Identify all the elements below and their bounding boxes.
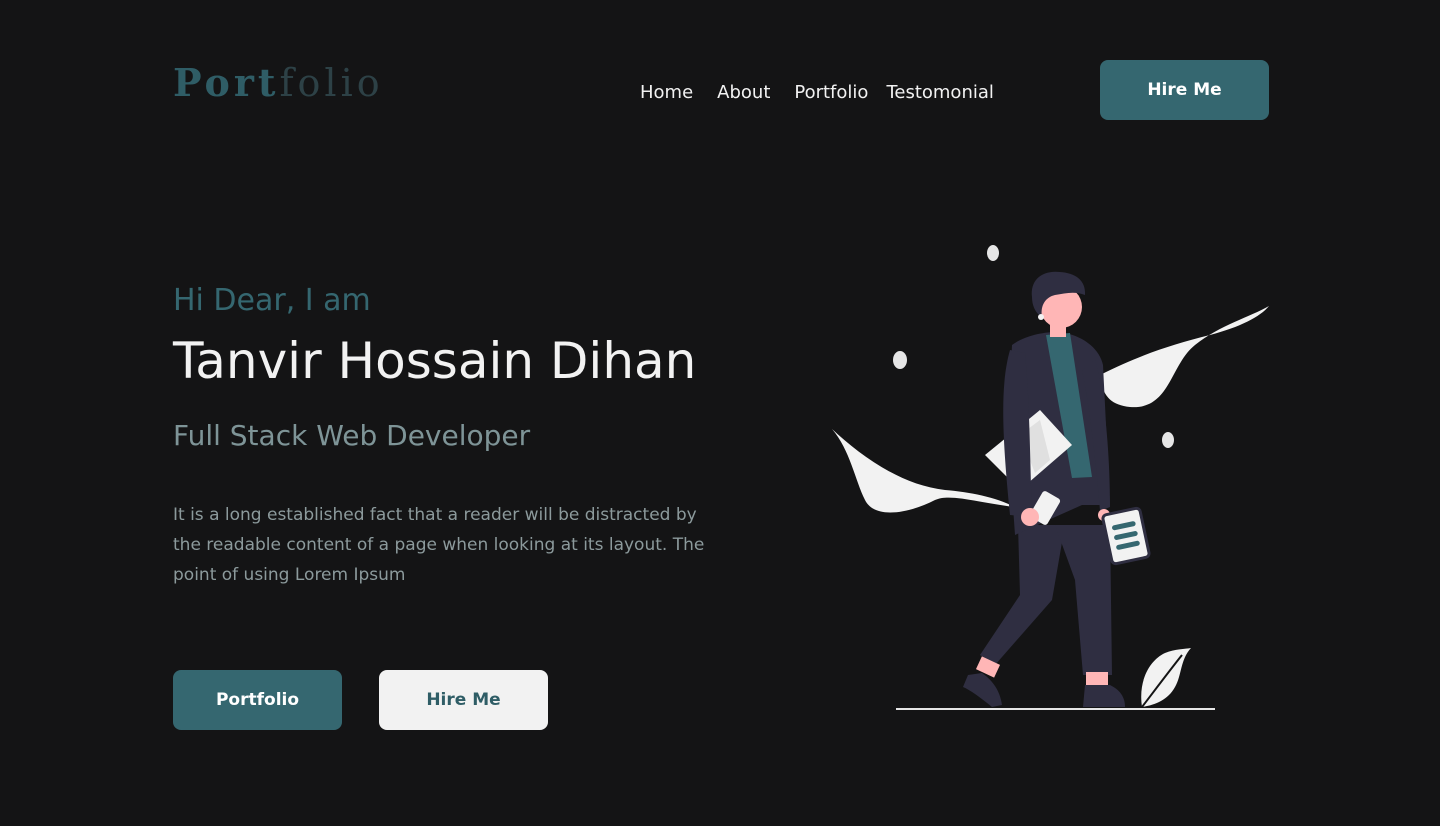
hero-role: Full Stack Web Developer bbox=[173, 419, 531, 452]
hero-illustration bbox=[832, 245, 1269, 710]
nav-portfolio[interactable]: Portfolio bbox=[794, 80, 868, 106]
hand-left bbox=[1021, 508, 1039, 526]
person-leg-front bbox=[1055, 525, 1112, 675]
main-nav: Home About Portfolio Testomonial bbox=[640, 80, 994, 106]
dot-1 bbox=[987, 245, 999, 261]
logo[interactable]: Portfolio bbox=[173, 58, 384, 108]
shoe-front bbox=[1083, 685, 1125, 707]
ankle-front bbox=[1086, 672, 1108, 686]
swoosh-right bbox=[1100, 306, 1269, 408]
nav-home[interactable]: Home bbox=[640, 80, 693, 106]
dot-2 bbox=[893, 351, 907, 369]
hero-description: It is a long established fact that a rea… bbox=[173, 505, 705, 585]
person-earring bbox=[1038, 314, 1044, 320]
hero-name: Tanvir Hossain Dihan bbox=[173, 332, 697, 390]
nav-testimonial[interactable]: Testomonial bbox=[886, 80, 993, 106]
shoe-back bbox=[963, 673, 1002, 707]
logo-part-bold: Port bbox=[173, 60, 280, 105]
page: Portfolio Home About Portfolio Testomoni… bbox=[0, 0, 1440, 826]
hero-greeting: Hi Dear, I am bbox=[173, 283, 371, 318]
nav-about[interactable]: About bbox=[717, 80, 770, 106]
hire-me-button[interactable]: Hire Me bbox=[379, 670, 548, 730]
swoosh-left bbox=[832, 429, 1015, 513]
portfolio-button[interactable]: Portfolio bbox=[173, 670, 342, 730]
dot-3 bbox=[1162, 432, 1174, 448]
person-leg-back bbox=[980, 525, 1065, 665]
logo-part-light: folio bbox=[279, 61, 384, 105]
header-hire-me-button[interactable]: Hire Me bbox=[1100, 60, 1269, 120]
